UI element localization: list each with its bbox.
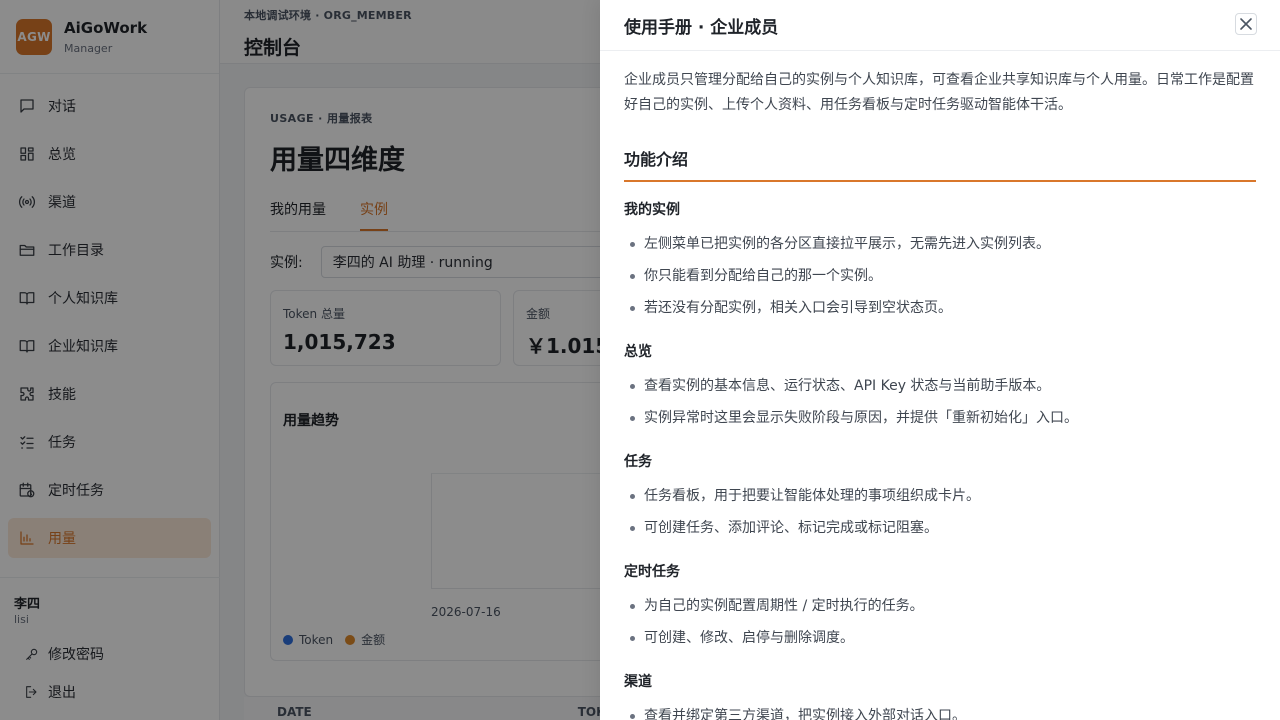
list-item: 为自己的实例配置周期性 / 定时执行的任务。: [624, 590, 1256, 622]
manual-group-channels: 渠道 查看并绑定第三方渠道，把实例接入外部对话入口。: [624, 671, 1256, 720]
drawer-title: 使用手册 · 企业成员: [624, 17, 779, 38]
list-item: 任务看板，用于把要让智能体处理的事项组织成卡片。: [624, 480, 1256, 512]
section-heading: 功能介绍: [624, 146, 1256, 182]
group-title: 任务: [624, 454, 652, 470]
manual-group-scheduled: 定时任务 为自己的实例配置周期性 / 定时执行的任务。 可创建、修改、启停与删除…: [624, 561, 1256, 654]
list-item: 可创建任务、添加评论、标记完成或标记阻塞。: [624, 512, 1256, 544]
list-item: 左侧菜单已把实例的各分区直接拉平展示，无需先进入实例列表。: [624, 228, 1256, 260]
list-item: 你只能看到分配给自己的那一个实例。: [624, 260, 1256, 292]
list-item: 查看并绑定第三方渠道，把实例接入外部对话入口。: [624, 700, 1256, 720]
list-item: 若还没有分配实例，相关入口会引导到空状态页。: [624, 292, 1256, 324]
drawer-intro: 企业成员只管理分配给自己的实例与个人知识库，可查看企业共享知识库与个人用量。日常…: [624, 72, 1254, 113]
close-button[interactable]: [1235, 13, 1257, 35]
group-title: 总览: [624, 344, 652, 360]
list-item: 实例异常时这里会显示失败阶段与原因，并提供「重新初始化」入口。: [624, 402, 1256, 434]
manual-group-my-instance: 我的实例 左侧菜单已把实例的各分区直接拉平展示，无需先进入实例列表。 你只能看到…: [624, 199, 1256, 324]
list-item: 可创建、修改、启停与删除调度。: [624, 622, 1256, 654]
manual-drawer: 使用手册 · 企业成员 企业成员只管理分配给自己的实例与个人知识库，可查看企业共…: [600, 0, 1280, 720]
manual-group-tasks: 任务 任务看板，用于把要让智能体处理的事项组织成卡片。 可创建任务、添加评论、标…: [624, 451, 1256, 544]
drawer-body: 企业成员只管理分配给自己的实例与个人知识库，可查看企业共享知识库与个人用量。日常…: [600, 51, 1280, 720]
group-title: 定时任务: [624, 564, 680, 580]
list-item: 查看实例的基本信息、运行状态、API Key 状态与当前助手版本。: [624, 370, 1256, 402]
close-icon: [1240, 18, 1252, 30]
manual-group-overview: 总览 查看实例的基本信息、运行状态、API Key 状态与当前助手版本。 实例异…: [624, 341, 1256, 434]
drawer-header: 使用手册 · 企业成员: [600, 0, 1280, 51]
group-title: 渠道: [624, 674, 652, 690]
group-title: 我的实例: [624, 202, 680, 218]
